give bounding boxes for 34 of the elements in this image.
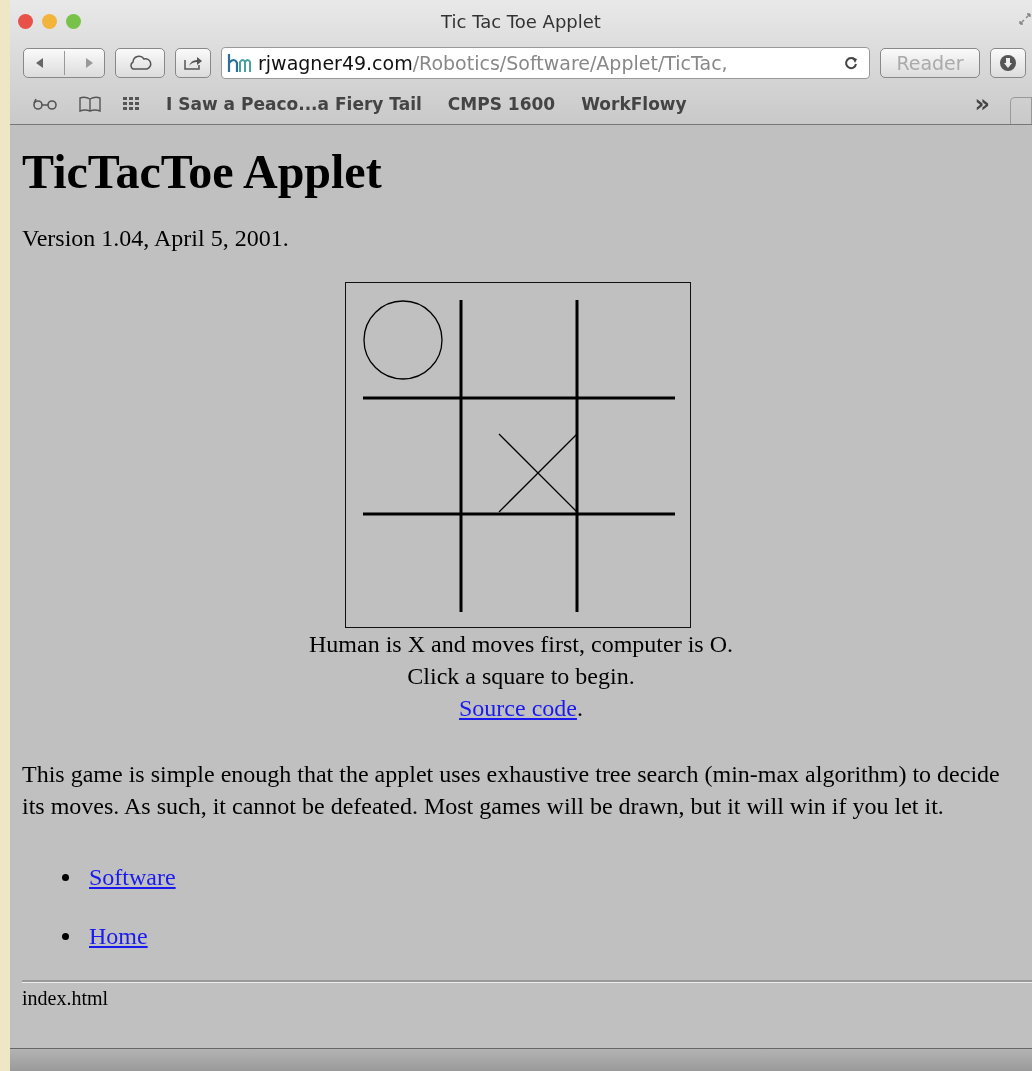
tic-tac-toe-board[interactable] xyxy=(345,282,691,628)
fullscreen-icon[interactable] xyxy=(1018,12,1032,26)
share-icon xyxy=(183,55,203,71)
period-text: . xyxy=(576,695,583,721)
site-icon xyxy=(226,53,252,73)
share-button[interactable] xyxy=(175,48,211,78)
bullet-icon xyxy=(62,933,69,940)
bookmark-link[interactable]: CMPS 1600 xyxy=(447,94,556,114)
cloud-icon xyxy=(127,54,153,72)
bookmarks-overflow-button[interactable]: » xyxy=(974,90,990,118)
description-paragraph: This game is simple enough that the applet uses exhaustive tree search (min-max algorithm) to decide its moves. As such, it cannot be defeated. Most games will be drawn, but it will win if you let it. xyxy=(22,760,1001,821)
bullet-icon xyxy=(62,874,69,881)
window-title: Tic Tac Toe Applet xyxy=(440,10,602,32)
bookmarks-book-icon[interactable] xyxy=(78,96,102,112)
reading-list-icon[interactable] xyxy=(32,97,58,111)
bookmark-link[interactable]: I Saw a Peaco...a Fiery Tail xyxy=(166,94,422,114)
page-heading: TicTacToe Applet xyxy=(22,145,383,199)
footer-text: index.html xyxy=(22,987,110,1010)
top-sites-icon[interactable] xyxy=(122,96,140,112)
source-code-link[interactable]: Source code xyxy=(459,695,577,721)
caption-text: Click a square to begin. xyxy=(407,662,635,691)
nav-link[interactable]: Home xyxy=(89,923,148,950)
url-text: rjwagner49.com/Robotics/Software/Applet/TicTac, xyxy=(258,52,729,74)
nav-link[interactable]: Software xyxy=(89,864,176,891)
reload-icon[interactable] xyxy=(843,55,859,71)
close-button[interactable] xyxy=(18,13,33,29)
version-text: Version 1.04, April 5, 2001. xyxy=(22,225,290,252)
cloud-button[interactable] xyxy=(115,48,165,78)
downloads-button[interactable] xyxy=(990,48,1026,78)
bookmark-link[interactable]: WorkFlowy xyxy=(581,94,687,114)
caption-text: Human is X and moves first, computer is O. xyxy=(309,630,733,659)
address-field[interactable]: rjwagner49.com/Robotics/Software/Applet/TicTac, xyxy=(221,47,870,79)
back-forward-button[interactable] xyxy=(23,48,105,78)
download-icon xyxy=(999,54,1017,72)
